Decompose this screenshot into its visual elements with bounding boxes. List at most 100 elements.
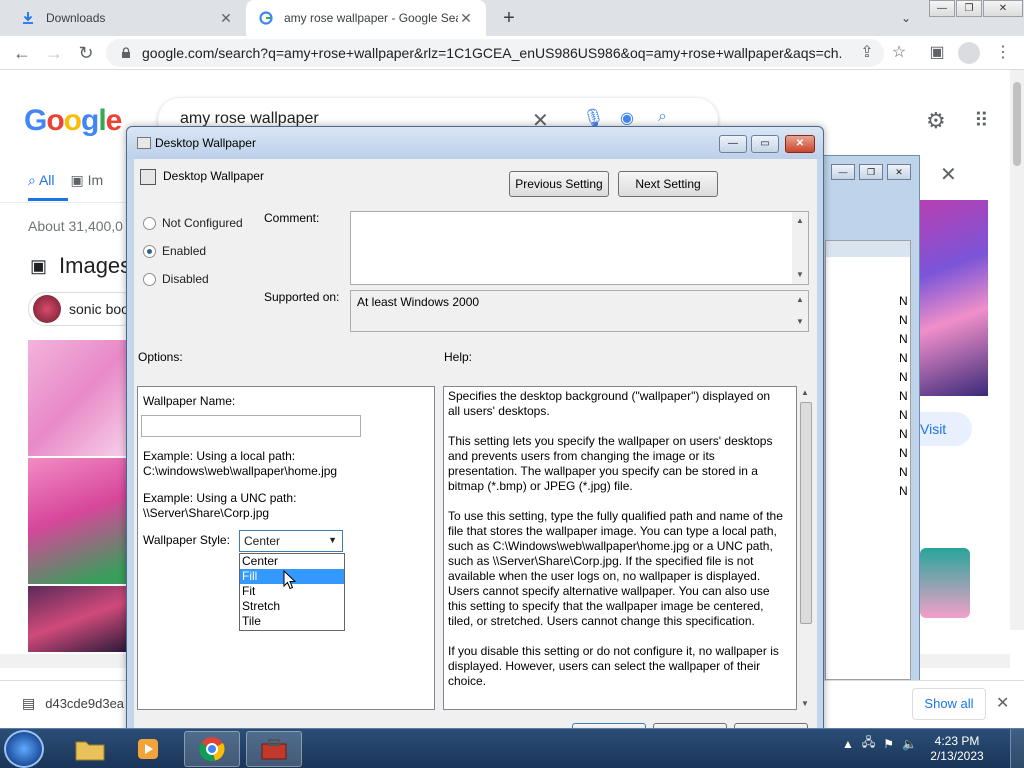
address-bar[interactable]: google.com/search?q=amy+rose+wallpaper&r…: [106, 39, 884, 67]
close-icon[interactable]: ✕: [785, 135, 815, 153]
tab-close-icon[interactable]: ✕: [218, 10, 234, 26]
image-result-thumbnail[interactable]: [28, 586, 128, 652]
kebab-menu-icon[interactable]: ⋮: [992, 42, 1014, 64]
help-scrollbar[interactable]: ▲ ▼: [799, 386, 813, 710]
image-result-thumbnail[interactable]: [28, 458, 128, 584]
style-option-center[interactable]: Center: [240, 554, 344, 569]
list-item[interactable]: N: [899, 389, 908, 403]
restore-icon[interactable]: ❐: [956, 0, 982, 17]
side-panel-icon[interactable]: ▣: [926, 42, 948, 64]
radio-circle[interactable]: [143, 272, 156, 286]
tab-downloads[interactable]: Downloads ✕: [8, 0, 246, 36]
policy-icon: [137, 137, 151, 149]
list-item[interactable]: N: [899, 370, 908, 384]
minimize-icon[interactable]: —: [831, 164, 855, 180]
show-all-button[interactable]: Show all: [912, 688, 986, 720]
share-icon[interactable]: ⇪: [856, 42, 878, 64]
next-setting-button[interactable]: Next Setting: [618, 171, 718, 197]
dialog-titlebar[interactable]: Desktop Wallpaper — ▭ ✕: [127, 127, 823, 159]
network-icon[interactable]: 🖧: [862, 733, 875, 754]
close-icon[interactable]: ✕: [996, 693, 1009, 713]
style-option-tile[interactable]: Tile: [240, 614, 344, 629]
maximize-icon[interactable]: ▭: [751, 135, 779, 153]
list-item[interactable]: N: [899, 351, 908, 365]
tab-images[interactable]: ▣ Im: [71, 172, 104, 189]
explorer-folder-icon[interactable]: [62, 731, 118, 767]
scroll-down-arrow-icon[interactable]: ▼: [792, 315, 808, 329]
setting-heading: Desktop Wallpaper: [163, 169, 264, 183]
list-item[interactable]: N: [899, 446, 908, 460]
logo-letter: e: [105, 104, 123, 137]
selected-style: Center: [244, 534, 281, 548]
restore-icon[interactable]: ❐: [859, 164, 883, 180]
scroll-down-arrow-icon[interactable]: ▼: [792, 268, 808, 282]
system-clock[interactable]: 4:23 PM 2/13/2023: [924, 734, 990, 764]
gear-icon[interactable]: ⚙: [926, 108, 946, 134]
desktop-wallpaper-dialog: Desktop Wallpaper — ▭ ✕ Desktop Wallpape…: [126, 126, 824, 737]
lens-camera-icon[interactable]: ◉: [620, 108, 634, 128]
close-icon[interactable]: ✕: [940, 162, 957, 187]
radio-disabled[interactable]: Disabled: [143, 272, 209, 286]
comment-scrollbar[interactable]: ▲ ▼: [792, 212, 808, 284]
preview-image[interactable]: [920, 200, 988, 396]
previous-setting-button[interactable]: Previous Setting: [509, 171, 609, 197]
wallpaper-style-select[interactable]: Center ▼: [239, 530, 343, 552]
minimize-icon[interactable]: —: [719, 135, 747, 153]
media-player-icon[interactable]: [120, 731, 176, 767]
new-tab-button[interactable]: +: [498, 7, 520, 29]
scrollbar-thumb[interactable]: [800, 402, 812, 624]
close-icon[interactable]: ✕: [983, 0, 1023, 17]
help-text: Specifies the desktop background ("wallp…: [448, 389, 784, 704]
related-image-thumbnail[interactable]: [920, 548, 970, 618]
chrome-icon[interactable]: [184, 731, 240, 767]
radio-not-configured[interactable]: Not Configured: [143, 216, 243, 230]
chevron-down-icon[interactable]: ▼: [328, 535, 337, 545]
scrollbar-thumb[interactable]: [1013, 82, 1021, 166]
profile-avatar-icon[interactable]: [958, 42, 980, 64]
tab-all[interactable]: ⌕ All: [28, 172, 55, 189]
logo-letter: g: [81, 104, 99, 137]
wallpaper-name-input[interactable]: [141, 415, 361, 437]
volume-icon[interactable]: 🔈: [902, 737, 917, 751]
google-logo[interactable]: Google: [24, 104, 123, 138]
tab-search-chevron-icon[interactable]: ⌄: [896, 8, 916, 28]
radio-enabled[interactable]: Enabled: [143, 244, 206, 258]
list-item[interactable]: N: [899, 484, 908, 498]
style-option-stretch[interactable]: Stretch: [240, 599, 344, 614]
list-item[interactable]: N: [899, 408, 908, 422]
search-icon[interactable]: ⌕: [658, 108, 667, 126]
show-hidden-icons-icon[interactable]: ▲: [842, 737, 854, 751]
scroll-down-arrow-icon[interactable]: ▼: [801, 699, 809, 708]
list-item[interactable]: N: [899, 465, 908, 479]
page-scrollbar[interactable]: [1010, 70, 1024, 630]
images-heading-text: Images: [59, 253, 132, 278]
scroll-up-arrow-icon[interactable]: ▲: [792, 214, 808, 228]
comment-textarea[interactable]: ▲ ▼: [350, 211, 809, 285]
apps-grid-icon[interactable]: ⠿: [974, 108, 989, 133]
minimize-icon[interactable]: —: [929, 0, 955, 17]
radio-circle[interactable]: [143, 216, 156, 230]
scroll-up-arrow-icon[interactable]: ▲: [792, 293, 808, 307]
back-arrow-icon[interactable]: ←: [10, 41, 34, 65]
list-item[interactable]: N: [899, 427, 908, 441]
download-item[interactable]: ▤ d43cde9d3ea: [22, 695, 124, 712]
close-icon[interactable]: ✕: [887, 164, 911, 180]
supported-scrollbar[interactable]: ▲ ▼: [792, 291, 808, 331]
tab-close-icon[interactable]: ✕: [458, 10, 474, 26]
list-item[interactable]: N: [899, 313, 908, 327]
flag-action-center-icon[interactable]: ⚑: [883, 737, 894, 751]
list-item[interactable]: N: [899, 294, 908, 308]
tab-google-search[interactable]: amy rose wallpaper - Google Sea ✕: [246, 0, 486, 36]
list-item[interactable]: N: [899, 332, 908, 346]
image-result-thumbnail[interactable]: [28, 340, 128, 456]
bookmark-star-icon[interactable]: ☆: [888, 42, 910, 64]
browser-toolbar: ← → ↻ google.com/search?q=amy+rose+wallp…: [0, 36, 1024, 70]
forward-arrow-icon[interactable]: →: [42, 41, 66, 65]
related-chip[interactable]: sonic boo: [28, 292, 138, 326]
start-button[interactable]: [4, 730, 44, 768]
show-desktop-button[interactable]: [1010, 729, 1024, 768]
toolbox-app-icon[interactable]: [246, 731, 302, 767]
reload-icon[interactable]: ↻: [74, 41, 98, 65]
radio-circle[interactable]: [143, 244, 156, 258]
scroll-up-arrow-icon[interactable]: ▲: [801, 388, 809, 397]
